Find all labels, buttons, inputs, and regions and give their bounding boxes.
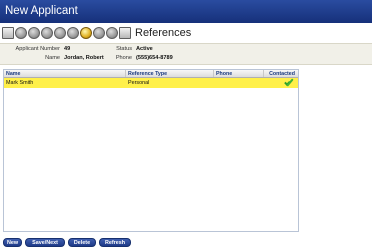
applicant-number-value: 49 [64, 46, 71, 52]
column-header-phone[interactable]: Phone [214, 70, 264, 77]
column-header-contacted[interactable]: Contacted [264, 70, 298, 77]
applicant-info: Applicant Number 49 Status Active Name J… [0, 43, 372, 65]
status-label: Status [116, 46, 132, 52]
new-button[interactable]: New [3, 237, 22, 247]
phone-icon[interactable] [41, 27, 53, 39]
cell-contacted [264, 78, 298, 88]
disc-icon[interactable] [67, 27, 79, 39]
phone-value: (555)654-8789 [136, 55, 173, 61]
print-icon[interactable] [2, 27, 14, 39]
column-header-name[interactable]: Name [4, 70, 126, 77]
references-grid: Name Reference Type Phone Contacted Mark… [3, 69, 299, 232]
refresh-button[interactable]: Refresh [99, 237, 131, 247]
delete-button[interactable]: Delete [68, 237, 96, 247]
section-title: References [135, 27, 192, 39]
applicant-number-label: Applicant Number [15, 46, 60, 52]
cell-reference-type: Personal [128, 80, 150, 86]
info-row: Name Jordan, Robert Phone (555)654-8789 [0, 54, 372, 63]
cell-name: Mark Smith [6, 80, 34, 86]
button-bar: New Save/Next Delete Refresh [0, 236, 372, 248]
disc-icon[interactable] [15, 27, 27, 39]
info-row: Applicant Number 49 Status Active [0, 45, 372, 54]
phone-label: Phone [115, 55, 132, 61]
cell-phone [214, 78, 264, 88]
status-value: Active [136, 46, 153, 52]
phone-icon[interactable] [93, 27, 105, 39]
column-header-reference-type[interactable]: Reference Type [126, 70, 214, 77]
document-icon[interactable] [119, 27, 131, 39]
disc-icon[interactable] [54, 27, 66, 39]
table-row[interactable]: Mark Smith Personal [4, 78, 298, 88]
disc-icon[interactable] [106, 27, 118, 39]
grid-header: Name Reference Type Phone Contacted [4, 70, 298, 78]
disc-icon[interactable] [28, 27, 40, 39]
name-label: Name [45, 55, 60, 61]
toolbar: References [0, 23, 372, 43]
checkmark-icon [286, 78, 296, 87]
save-next-button[interactable]: Save/Next [25, 237, 65, 247]
window-title: New Applicant [0, 0, 372, 23]
key-icon[interactable] [80, 27, 92, 39]
